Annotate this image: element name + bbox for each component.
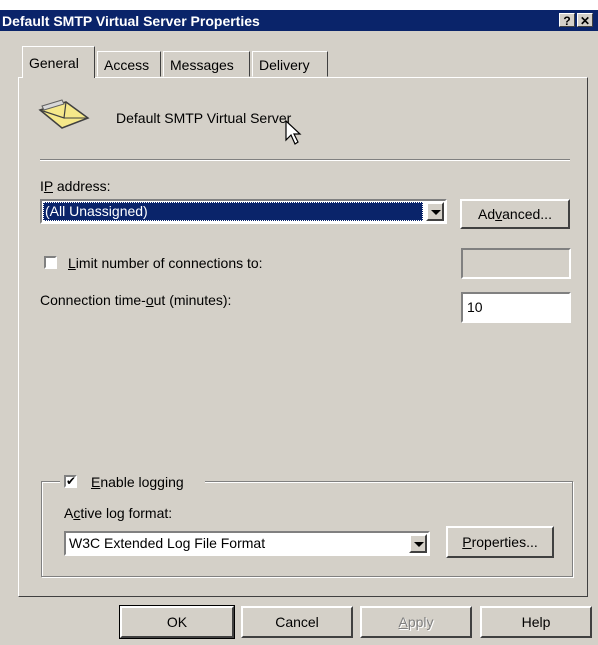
enable-logging-label: Enable logging [91, 474, 184, 490]
timeout-post: ut (minutes): [153, 292, 232, 308]
help-button[interactable]: ? [559, 13, 575, 28]
ok-button[interactable]: OK [119, 605, 235, 639]
tab-delivery[interactable]: Delivery [252, 51, 328, 77]
ip-address-value: (All Unassigned) [43, 202, 423, 221]
envelope-icon [36, 98, 92, 132]
advanced-pre: Ad [478, 206, 496, 222]
log-format-label: Active log format: [64, 505, 172, 521]
log-format-select[interactable]: W3C Extended Log File Format [64, 531, 430, 556]
format-post: tive log format: [80, 505, 173, 521]
cancel-button[interactable]: Cancel [241, 606, 353, 638]
title-bar[interactable]: Default SMTP Virtual Server Properties ?… [0, 10, 598, 31]
limit-connections-input [461, 248, 571, 279]
help-footer-button[interactable]: Help [480, 606, 592, 638]
ip-label-post: address: [52, 178, 111, 194]
advanced-button[interactable]: Advanced... [460, 199, 570, 229]
ip-address-label: IP address: [40, 178, 111, 194]
limit-connections-label: Limit number of connections to: [68, 255, 263, 271]
tab-general[interactable]: General [22, 46, 95, 78]
advanced-post: anced... [502, 206, 552, 222]
tab-messages[interactable]: Messages [163, 51, 250, 77]
apply-accel: A [398, 614, 408, 630]
ip-address-dropdown-button[interactable] [426, 202, 444, 221]
timeout-input[interactable]: 10 [461, 292, 571, 323]
mouse-cursor-icon [285, 119, 303, 146]
log-format-dropdown-button[interactable] [409, 534, 427, 553]
close-button[interactable]: ✕ [577, 13, 593, 28]
log-format-value: W3C Extended Log File Format [69, 535, 266, 551]
window-title: Default SMTP Virtual Server Properties [2, 13, 260, 29]
timeout-label: Connection time-out (minutes): [40, 292, 231, 308]
format-pre: A [64, 505, 74, 521]
ip-address-select[interactable]: (All Unassigned) [40, 199, 447, 224]
tab-access[interactable]: Access [97, 51, 161, 77]
enable-logging-checkbox[interactable]: ✔ [64, 475, 77, 488]
limit-post: imit number of connections to: [75, 255, 263, 271]
limit-accel: L [68, 255, 76, 271]
server-name: Default SMTP Virtual Server [116, 110, 292, 126]
enable-post: nable logging [100, 474, 184, 490]
properties-post: roperties... [471, 534, 538, 550]
timeout-pre: Connection time- [40, 292, 146, 308]
log-properties-button[interactable]: Properties... [446, 526, 554, 558]
separator [40, 159, 570, 161]
apply-button[interactable]: Apply [360, 606, 472, 638]
enable-accel: E [91, 474, 101, 490]
apply-post: pply [407, 614, 434, 630]
limit-connections-checkbox[interactable] [44, 256, 57, 269]
timeout-accel: o [145, 292, 154, 308]
properties-accel: P [462, 534, 472, 550]
ip-label-accel: P [43, 178, 53, 194]
